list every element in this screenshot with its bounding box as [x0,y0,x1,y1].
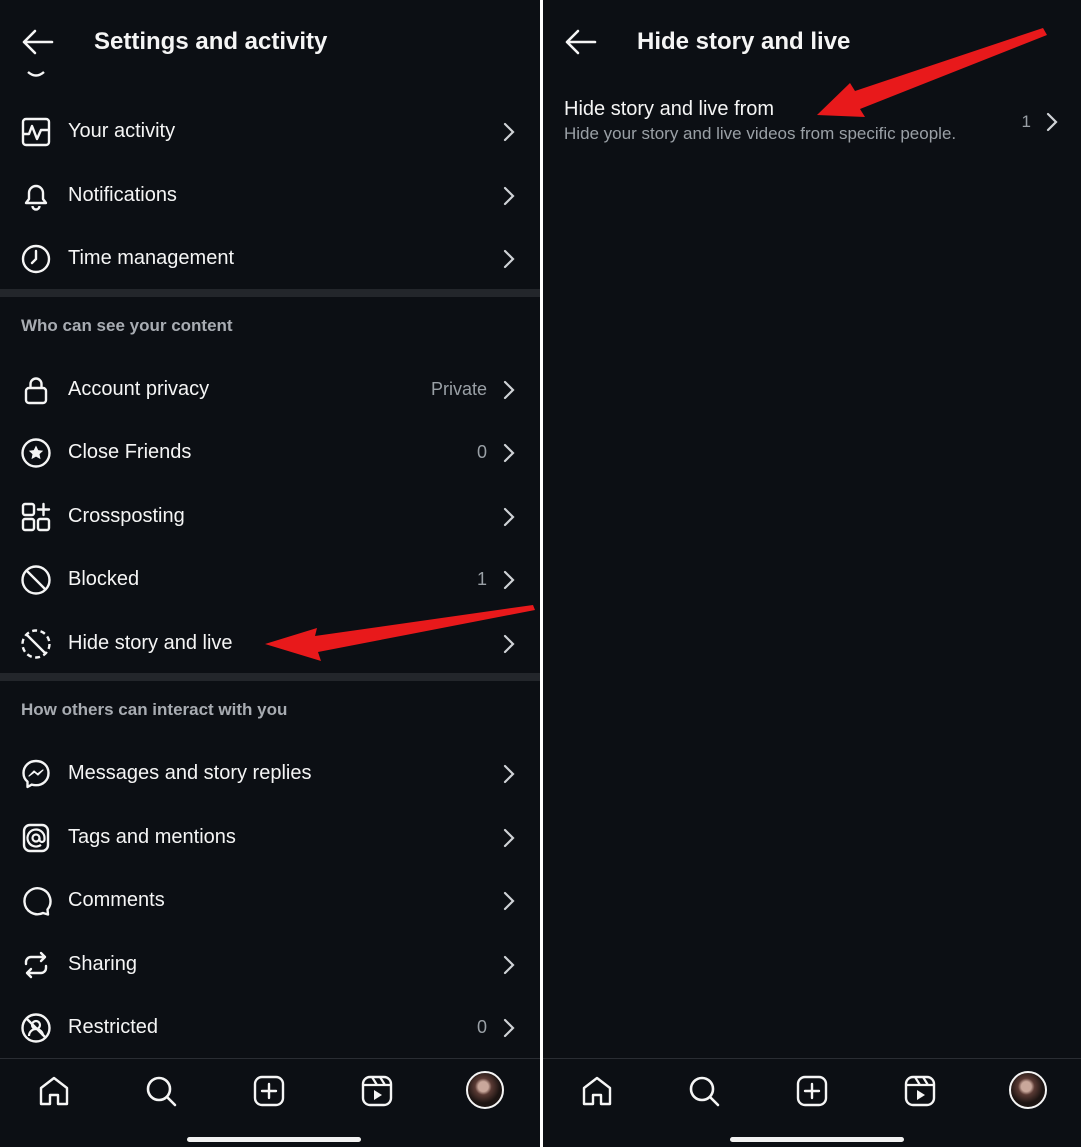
item-value: 1 [476,569,487,589]
item-value: 0 [476,1017,487,1037]
hide-story-header: Hide story and live [543,0,1081,86]
page-title: Hide story and live [637,28,851,55]
section-title-interactions: How others can interact with you [21,700,288,719]
star-circle-icon [21,438,51,468]
item-label: Messages and story replies [68,762,312,784]
item-label: Close Friends [68,441,192,463]
chevron-right-icon [503,955,515,975]
bell-icon [24,184,48,211]
section-divider [0,673,540,681]
bottom-nav [543,1058,1081,1147]
settings-item-blocked[interactable]: Blocked 1 [0,550,540,606]
search-icon[interactable] [144,1074,178,1108]
back-arrow-icon[interactable] [20,28,54,56]
create-icon[interactable] [795,1074,829,1108]
create-icon[interactable] [252,1074,286,1108]
partial-item-icon [27,71,45,77]
chevron-right-icon [503,249,515,269]
chevron-right-icon [503,570,515,590]
clock-icon [21,244,51,274]
chevron-right-icon [503,764,515,784]
activity-icon [21,117,51,147]
settings-item-messages[interactable]: Messages and story replies [0,744,540,800]
settings-item-crossposting[interactable]: Crossposting [0,487,540,543]
item-subtitle: Hide your story and live videos from spe… [564,124,957,143]
restricted-icon [21,1013,51,1043]
home-icon[interactable] [580,1074,614,1108]
at-sign-icon [22,823,50,853]
settings-item-your-activity[interactable]: Your activity [0,102,540,158]
item-value: 1 [1021,112,1031,131]
home-indicator [730,1137,904,1142]
back-arrow-icon[interactable] [563,28,597,56]
item-label: Comments [68,889,165,911]
lock-icon [24,377,48,405]
item-label: Crossposting [68,505,185,527]
item-title: Hide story and live from [564,98,775,120]
chevron-right-icon [503,380,515,400]
item-label: Restricted [68,1016,159,1038]
blocked-icon [21,565,51,595]
item-label: Time management [68,247,234,269]
bottom-nav [0,1058,540,1147]
crosspost-icon [21,502,51,532]
chevron-right-icon [503,828,515,848]
item-label: Notifications [68,184,177,206]
item-label: Sharing [68,953,137,975]
item-value: 0 [476,442,487,462]
settings-item-notifications[interactable]: Notifications [0,166,540,222]
hide-story-icon [21,629,51,659]
settings-item-sharing[interactable]: Sharing [0,935,540,991]
chevron-right-icon [503,634,515,654]
item-value: Private [430,379,487,399]
search-icon[interactable] [687,1074,721,1108]
section-divider [0,289,540,297]
section-title-who-can-see: Who can see your content [21,316,233,335]
settings-item-restricted[interactable]: Restricted 0 [0,998,540,1054]
page-title: Settings and activity [94,28,328,55]
settings-item-time-management[interactable]: Time management [0,229,540,285]
settings-item-account-privacy[interactable]: Account privacy Private [0,360,540,416]
chevron-right-icon [503,443,515,463]
home-indicator [187,1137,361,1142]
chevron-right-icon [503,122,515,142]
chevron-right-icon [503,891,515,911]
settings-header: Settings and activity [0,0,540,86]
settings-item-comments[interactable]: Comments [0,871,540,927]
item-label: Your activity [68,120,176,142]
settings-item-hide-story-and-live[interactable]: Hide story and live [0,614,540,670]
hide-story-and-live-from-item[interactable]: Hide story and live from Hide your story… [543,92,1081,158]
item-label: Account privacy [68,378,210,400]
home-icon[interactable] [37,1074,71,1108]
settings-item-tags-mentions[interactable]: Tags and mentions [0,808,540,864]
reels-icon[interactable] [903,1074,937,1108]
messenger-icon [22,759,50,789]
comment-icon [23,887,52,916]
settings-screen: Settings and activity Your activity Noti… [0,0,540,1147]
profile-avatar[interactable] [466,1071,504,1109]
chevron-right-icon [503,1018,515,1038]
reels-icon[interactable] [360,1074,394,1108]
share-repeat-icon [24,951,48,979]
item-label: Blocked [68,568,140,590]
chevron-right-icon [503,507,515,527]
item-label: Hide story and live [68,632,233,654]
chevron-right-icon [503,186,515,206]
profile-avatar[interactable] [1009,1071,1047,1109]
chevron-right-icon [1046,112,1058,132]
settings-item-close-friends[interactable]: Close Friends 0 [0,423,540,479]
item-label: Tags and mentions [68,826,236,848]
hide-story-screen: Hide story and live Hide story and live … [543,0,1081,1147]
